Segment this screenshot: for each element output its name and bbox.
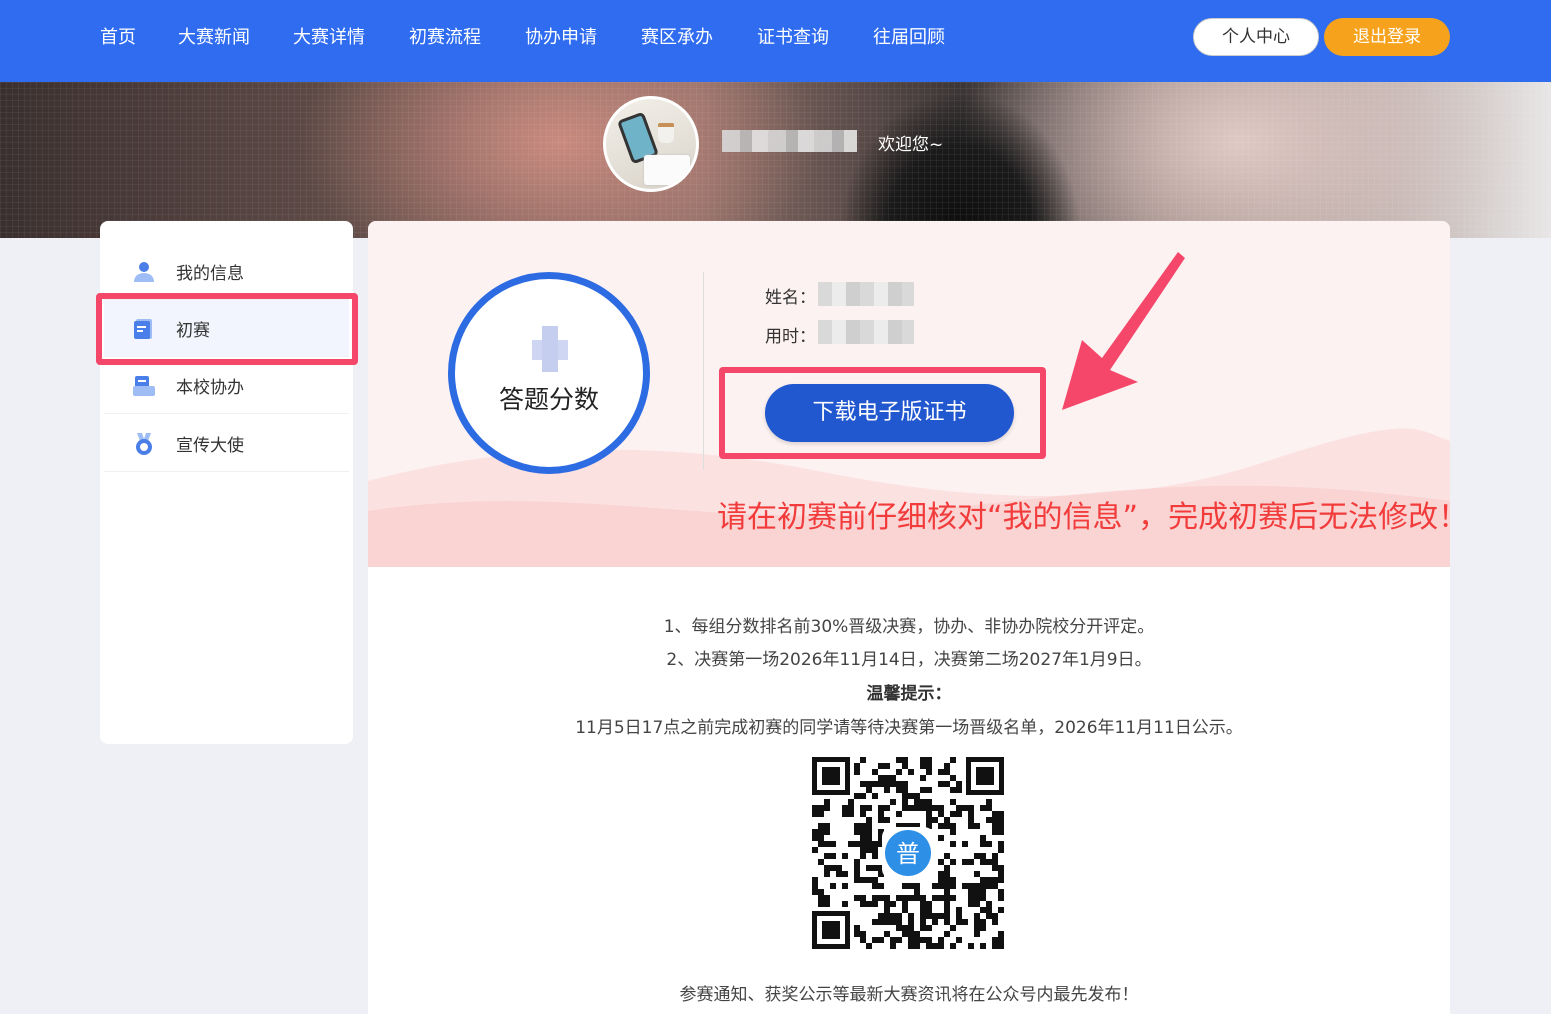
notice-line-1: 1、每组分数排名前30%晋级决赛，协办、非协办院校分开评定。 (663, 617, 1155, 637)
annotation-arrow (1062, 252, 1185, 410)
sidebar-highlight-box (96, 293, 358, 365)
sidebar-item-school-cohost[interactable]: 本校协办 (104, 357, 349, 414)
score-redacted (532, 326, 568, 372)
username-redacted (722, 130, 857, 152)
top-nav: 首页 大赛新闻 大赛详情 初赛流程 协办申请 赛区承办 证书查询 往届回顾 个人… (0, 0, 1551, 82)
svg-text:普: 普 (896, 840, 920, 868)
button-highlight-box (719, 367, 1046, 459)
nav-co-host-apply[interactable]: 协办申请 (525, 26, 597, 50)
nav-division-host[interactable]: 赛区承办 (641, 26, 713, 50)
nav-preliminary-process[interactable]: 初赛流程 (409, 26, 481, 50)
tip-title: 温馨提示： (866, 684, 952, 704)
medal-icon (136, 433, 152, 455)
score-label: 答题分数 (498, 385, 599, 414)
name-value-redacted (818, 282, 914, 306)
logout-button[interactable]: 退出登录 (1324, 18, 1450, 56)
sidebar-item-label: 宣传大使 (176, 436, 244, 456)
nav-certificate-query[interactable]: 证书查询 (757, 26, 829, 50)
avatar[interactable] (603, 96, 699, 192)
score-circle (448, 272, 650, 474)
divider (703, 272, 704, 470)
tip-text: 11月5日17点之前完成初赛的同学请等待决赛第一场晋级名单，2026年11月11… (575, 718, 1243, 738)
footer-note: 参赛通知、获奖公示等最新大赛资讯将在公众号内最先发布！ (679, 985, 1139, 1005)
nav-home[interactable]: 首页 (100, 26, 136, 50)
sidebar-item-ambassador[interactable]: 宣传大使 (104, 415, 349, 472)
nav-past-review[interactable]: 往届回顾 (873, 26, 945, 50)
sidebar-item-my-info[interactable]: 我的信息 (104, 243, 349, 300)
warning-text: 请在初赛前仔细核对“我的信息”，完成初赛后无法修改！ (717, 500, 1469, 535)
time-value-redacted (818, 320, 914, 344)
nav-details[interactable]: 大赛详情 (293, 26, 365, 50)
nav-news[interactable]: 大赛新闻 (178, 26, 250, 50)
user-icon (134, 262, 154, 282)
school-icon (133, 376, 155, 396)
time-label: 用时： (765, 327, 816, 347)
notice-line-2: 2、决赛第一场2026年11月14日，决赛第二场2027年1月9日。 (666, 650, 1152, 670)
sidebar-item-label: 我的信息 (176, 264, 244, 284)
sidebar-item-label: 本校协办 (176, 378, 244, 398)
profile-banner (0, 82, 1551, 238)
personal-center-button[interactable]: 个人中心 (1193, 18, 1319, 56)
qr-code[interactable]: 普 (810, 755, 1006, 951)
name-label: 姓名： (765, 288, 816, 308)
welcome-text: 欢迎您~ (878, 135, 944, 155)
